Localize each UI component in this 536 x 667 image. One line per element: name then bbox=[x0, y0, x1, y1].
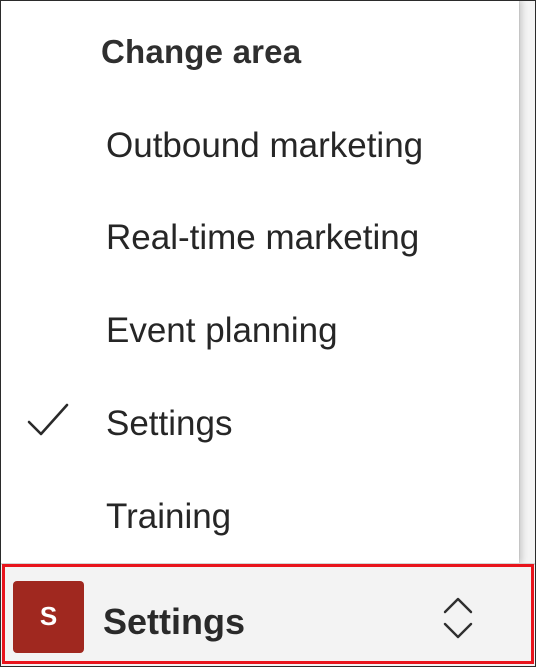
outer-frame bbox=[0, 0, 536, 667]
